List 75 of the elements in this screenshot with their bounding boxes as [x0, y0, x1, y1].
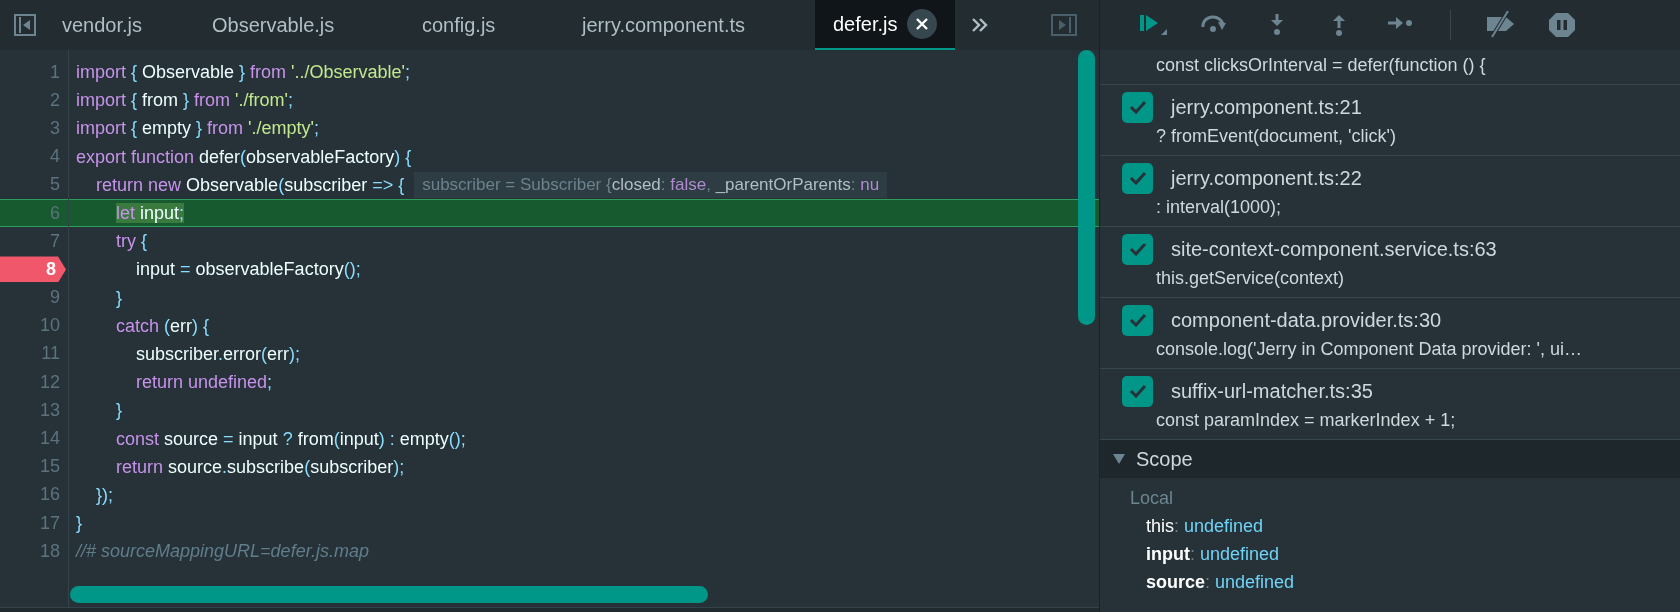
- tab[interactable]: Observable.js: [200, 0, 410, 50]
- breakpoint-code: const clicksOrInterval = defer(function () {: [1155, 54, 1487, 77]
- breakpoint-code: this.getService(context): [1155, 267, 1346, 290]
- vertical-scrollbar[interactable]: [1078, 50, 1095, 325]
- code-line: export function defer(observableFactory) {: [75, 145, 412, 169]
- scope-header[interactable]: Scope: [1100, 440, 1680, 478]
- scope-variable: input: undefined: [1146, 543, 1280, 566]
- breakpoint-code: ? fromEvent(document, 'click'): [1155, 125, 1397, 148]
- code-line: }: [115, 399, 123, 423]
- line-number: 10: [39, 314, 60, 338]
- line-number: 7: [50, 229, 60, 253]
- code-line: return source.subscribe(subscriber);: [115, 455, 405, 479]
- inline-value-hint: subscriber = Subscriber {closed: false, _parentOrParents: nu: [414, 171, 888, 198]
- pause-icon[interactable]: [1546, 11, 1578, 39]
- code-line: }: [115, 286, 123, 310]
- collapse-icon: [1112, 453, 1126, 465]
- tab[interactable]: vendor.js: [50, 0, 200, 50]
- code-line: import { empty } from './empty';: [75, 117, 319, 141]
- line-number: 18: [39, 539, 60, 563]
- tab[interactable]: jerry.component.ts: [570, 0, 815, 50]
- panel-toggle-icon[interactable]: [1051, 14, 1077, 36]
- line-number: 2: [50, 88, 60, 112]
- sidebar-toggle-icon[interactable]: [14, 14, 36, 36]
- horizontal-scrollbar[interactable]: [70, 586, 708, 603]
- breakpoint-file: site-context-component.service.ts:63: [1171, 237, 1497, 262]
- deactivate-breakpoints-icon[interactable]: [1484, 11, 1516, 39]
- check-icon: [1128, 384, 1147, 398]
- code-line: import { from } from './from';: [75, 89, 293, 113]
- line-number: 13: [39, 398, 60, 422]
- check-icon: [1128, 100, 1147, 114]
- scope-variable: this: undefined: [1146, 515, 1264, 538]
- line-number: 6: [50, 201, 60, 225]
- code-line: input = observableFactory();: [135, 258, 361, 282]
- code-line: catch (err) {: [115, 314, 210, 338]
- code-line: return new Observable(subscriber => {: [95, 173, 405, 197]
- line-number: 11: [41, 342, 60, 366]
- code-line: return undefined;: [135, 371, 273, 395]
- line-number: 5: [50, 173, 60, 197]
- breakpoint-code: : interval(1000);: [1155, 196, 1283, 219]
- line-number: 3: [50, 116, 60, 140]
- checkbox[interactable]: [1122, 233, 1153, 265]
- code-line: try {: [115, 230, 148, 254]
- checkbox[interactable]: [1122, 304, 1153, 336]
- code-line: }: [75, 512, 82, 536]
- code-line: });: [95, 483, 113, 507]
- breakpoint-file: jerry.component.ts:21: [1171, 95, 1362, 120]
- checkbox[interactable]: [1122, 91, 1153, 123]
- line-number: 14: [39, 427, 60, 451]
- tab[interactable]: config.js: [410, 0, 570, 50]
- line-number: 15: [39, 455, 60, 479]
- breakpoint-file: suffix-url-matcher.ts:35: [1171, 379, 1373, 404]
- code-line: import { Observable } from '../Observable';: [75, 61, 411, 85]
- line-number: 9: [50, 286, 60, 310]
- scope-group-label: Local: [1130, 487, 1174, 510]
- code-line: //# sourceMappingURL=defer.js.map: [74, 540, 369, 564]
- code-line: subscriber.error(err);: [135, 342, 301, 366]
- breakpoint-code: const paramIndex = markerIndex + 1;: [1155, 409, 1457, 432]
- scope-variable: source: undefined: [1146, 571, 1295, 594]
- check-icon: [1128, 313, 1147, 327]
- more-tabs-icon[interactable]: [971, 17, 990, 33]
- line-number: 1: [50, 60, 60, 84]
- checkbox[interactable]: [1122, 162, 1153, 194]
- check-icon: [1128, 171, 1147, 185]
- line-number: 4: [50, 145, 60, 169]
- tab[interactable]: defer.js: [815, 0, 956, 50]
- check-icon: [1128, 242, 1147, 256]
- breakpoint-code: console.log('Jerry in Component Data provider: ', ui…: [1155, 338, 1584, 361]
- breakpoint-file: component-data.provider.ts:30: [1171, 308, 1442, 333]
- line-number: 17: [39, 511, 60, 535]
- line-number: 12: [39, 370, 60, 394]
- line-number: 16: [39, 483, 60, 507]
- checkbox[interactable]: [1122, 375, 1153, 407]
- code-line: const source = input ? from(input) : empty();: [115, 427, 466, 451]
- breakpoint-file: jerry.component.ts:22: [1171, 166, 1362, 191]
- close-icon[interactable]: [907, 9, 938, 39]
